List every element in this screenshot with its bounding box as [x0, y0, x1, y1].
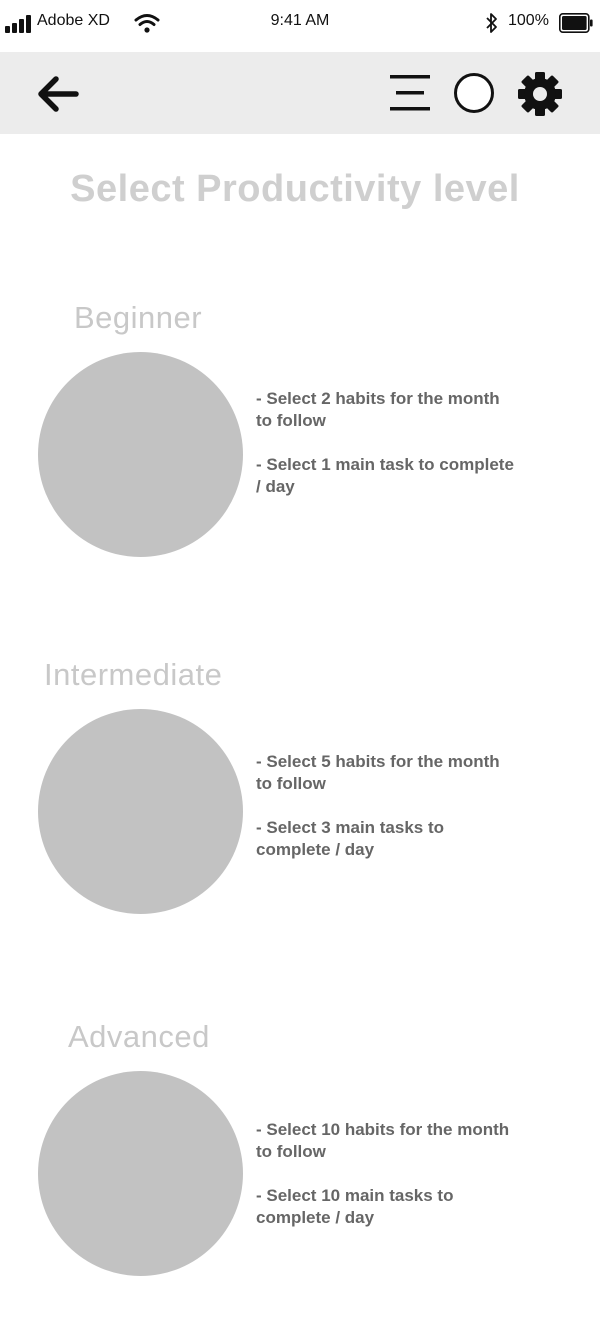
status-bar: Adobe XD 9:41 AM 100% — [0, 0, 600, 46]
level-option-advanced[interactable] — [38, 1071, 243, 1276]
page-title: Select Productivity level — [70, 168, 520, 210]
gear-icon[interactable] — [516, 70, 564, 118]
battery-percentage: 100% — [508, 12, 549, 29]
level-title-beginner: Beginner — [74, 300, 203, 335]
level-habits-text: - Select 2 habits for the month to follo… — [256, 389, 500, 430]
level-tasks-text: - Select 3 main tasks to complete / day — [256, 818, 445, 859]
level-title-intermediate: Intermediate — [44, 657, 223, 692]
battery-icon — [559, 13, 593, 33]
level-tasks-text: - Select 1 main task to complete / day — [256, 455, 514, 496]
circle-icon[interactable] — [453, 72, 495, 114]
level-description-beginner: - Select 2 habits for the month to follo… — [256, 388, 516, 520]
level-tasks-text: - Select 10 main tasks to complete / day — [256, 1186, 454, 1227]
top-toolbar — [0, 52, 600, 134]
level-habits-text: - Select 5 habits for the month to follo… — [256, 752, 500, 793]
level-habits-text: - Select 10 habits for the month to foll… — [256, 1120, 510, 1161]
back-arrow-icon[interactable] — [34, 74, 80, 114]
level-option-beginner[interactable] — [38, 352, 243, 557]
level-option-intermediate[interactable] — [38, 709, 243, 914]
bluetooth-icon — [486, 13, 497, 33]
menu-icon[interactable] — [388, 72, 432, 114]
level-description-advanced: - Select 10 habits for the month to foll… — [256, 1119, 516, 1251]
level-description-intermediate: - Select 5 habits for the month to follo… — [256, 751, 516, 883]
level-title-advanced: Advanced — [68, 1019, 210, 1054]
